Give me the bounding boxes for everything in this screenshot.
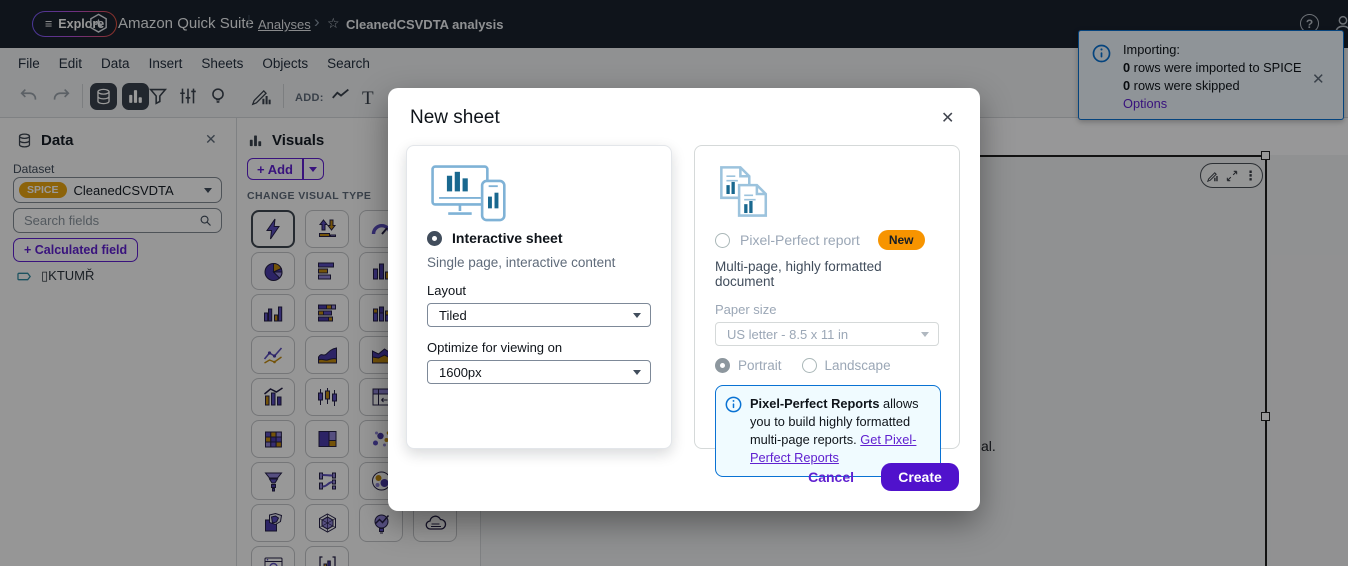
chevron-down-icon [633,312,641,318]
interactive-sheet-card[interactable]: Interactive sheet Single page, interacti… [406,145,672,449]
report-pages-icon [720,166,768,217]
orientation-options: Portrait Landscape [715,358,939,373]
monitor-phone-icon [431,165,506,222]
pixel-perfect-report-option[interactable]: Pixel-Perfect report New [715,230,939,250]
pixel-perfect-report-label: Pixel-Perfect report [740,232,860,248]
optimize-value: 1600px [439,364,482,380]
chevron-down-icon [633,369,641,375]
info-text: Pixel-Perfect Reports allows you to buil… [750,396,919,465]
pixel-perfect-report-radio [715,232,730,248]
close-icon[interactable]: ✕ [941,108,954,128]
paper-size-value: US letter - 8.5 x 11 in [727,326,849,342]
layout-value: Tiled [439,307,467,323]
interactive-sheet-option[interactable]: Interactive sheet [427,230,651,246]
optimize-label: Optimize for viewing on [427,340,563,355]
info-icon [725,396,742,413]
cancel-button[interactable]: Cancel [808,469,854,485]
portrait-label: Portrait [738,358,782,373]
modal-footer: Cancel Create [808,463,959,491]
landscape-label: Landscape [824,358,891,373]
create-button[interactable]: Create [881,463,959,491]
quick-suite-app: ≡ Explore Amazon Quick Suite | Analyses … [0,0,1348,566]
paper-size-label: Paper size [715,302,777,317]
layout-label: Layout [427,283,467,298]
interactive-sheet-illustration [427,164,651,226]
new-badge: New [877,230,925,250]
modal-title: New sheet [410,107,500,128]
layout-select[interactable]: Tiled [427,303,651,327]
landscape-radio [801,358,817,373]
interactive-sheet-description: Single page, interactive content [427,255,616,270]
pixel-perfect-report-card[interactable]: Pixel-Perfect report New Multi-page, hig… [694,145,960,477]
interactive-sheet-radio[interactable] [427,230,442,246]
new-sheet-modal: New sheet ✕ Interactive sheet Single pag… [388,88,980,511]
portrait-radio [715,358,730,373]
report-description: Multi-page, highly formatted document [715,259,882,289]
optimize-select[interactable]: 1600px [427,360,651,384]
chevron-down-icon [921,331,929,337]
report-illustration [715,164,939,226]
paper-size-select: US letter - 8.5 x 11 in [715,322,939,346]
interactive-sheet-label: Interactive sheet [452,230,563,246]
